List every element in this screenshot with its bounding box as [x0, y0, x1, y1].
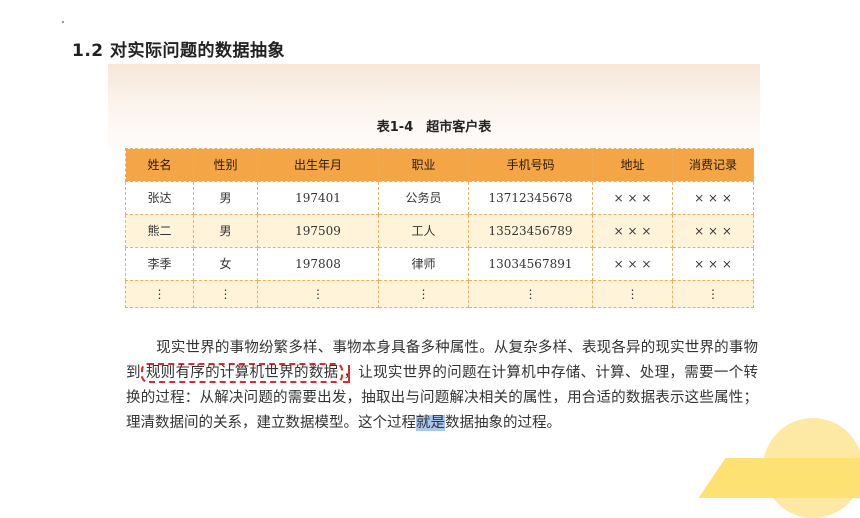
table-cell: × × ×: [672, 246, 754, 281]
column-header: 性别: [193, 148, 258, 182]
column-header: 地址: [592, 148, 673, 182]
annotation-box: 规则有序的计算机世界的数据: [140, 363, 351, 383]
customer-table: 姓名 性别 出生年月 职业 手机号码 地址 消费记录 张达 男 197401 公…: [125, 148, 754, 309]
table-cell: 197808: [257, 246, 379, 281]
table-cell: × × ×: [672, 180, 754, 215]
paragraph-text: 数据抽象的过程。: [445, 415, 561, 431]
table-cell: 熊二: [125, 213, 194, 248]
vertical-ellipsis-cell: ⋮: [378, 279, 469, 309]
table-cell: 197509: [257, 213, 379, 248]
table-cell: × × ×: [592, 246, 673, 281]
table-cell: 13523456789: [468, 213, 593, 248]
vertical-ellipsis-cell: ⋮: [672, 279, 754, 309]
table-cell: 13034567891: [468, 246, 593, 281]
table-cell: 男: [193, 213, 258, 248]
table-row: 熊二 男 197509 工人 13523456789 × × × × × ×: [125, 213, 754, 248]
table-cell: × × ×: [592, 213, 673, 248]
table-cell: 律师: [378, 246, 469, 281]
table-cell: × × ×: [592, 180, 673, 215]
column-header: 出生年月: [257, 148, 379, 182]
table-cell: 李季: [125, 246, 194, 281]
vertical-ellipsis-cell: ⋮: [592, 279, 673, 309]
decorative-stripe: [698, 458, 860, 498]
explanation-paragraph: 现实世界的事物纷繁多样、事物本身具备多种属性。从复杂多样、表现各异的现实世界的事…: [126, 336, 758, 436]
table-row: 张达 男 197401 公务员 13712345678 × × × × × ×: [125, 180, 754, 215]
textbook-figure: 表1-4 超市客户表 姓名 性别 出生年月 职业 手机号码 地址 消费记录 张达…: [108, 64, 760, 310]
section-heading: 1.2 对实际问题的数据抽象: [72, 41, 286, 61]
vertical-ellipsis-cell: ⋮: [125, 279, 194, 309]
table-cell: 197401: [257, 180, 379, 215]
table-cell: 公务员: [378, 180, 469, 215]
column-header: 消费记录: [672, 148, 754, 182]
table-header-row: 姓名 性别 出生年月 职业 手机号码 地址 消费记录: [125, 148, 754, 182]
table-cell: 张达: [125, 180, 194, 215]
highlighted-text: 就是: [416, 415, 445, 431]
column-header: 职业: [378, 148, 469, 182]
boxed-phrase: 规则有序的计算机世界的数据: [145, 365, 339, 381]
table-cell: 女: [193, 246, 258, 281]
decorative-dot: [62, 21, 64, 23]
column-header: 手机号码: [468, 148, 593, 182]
vertical-ellipsis-cell: ⋮: [257, 279, 379, 309]
table-cell: × × ×: [672, 213, 754, 248]
table-row: 李季 女 197808 律师 13034567891 × × × × × ×: [125, 246, 754, 281]
annotation-box-corner: [343, 365, 351, 383]
table-cell: 男: [193, 180, 258, 215]
column-header: 姓名: [125, 148, 194, 182]
table-cell: 工人: [378, 213, 469, 248]
vertical-ellipsis-cell: ⋮: [193, 279, 258, 309]
vertical-ellipsis-cell: ⋮: [468, 279, 593, 309]
table-caption: 表1-4 超市客户表: [376, 120, 492, 135]
table-row-ellipsis: ⋮ ⋮ ⋮ ⋮ ⋮ ⋮ ⋮: [125, 279, 754, 309]
table-cell: 13712345678: [468, 180, 593, 215]
